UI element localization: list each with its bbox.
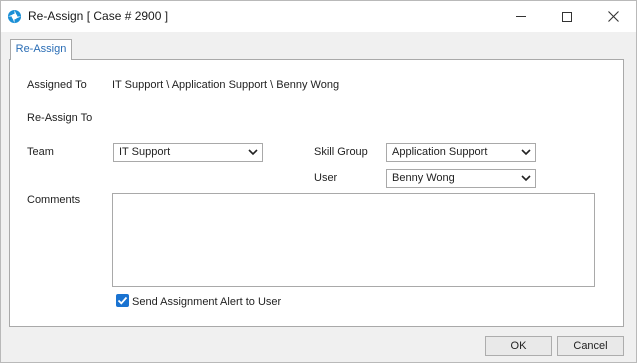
cancel-button[interactable]: Cancel [557,336,624,356]
user-select[interactable]: Benny Wong [386,169,536,188]
skill-group-label: Skill Group [314,146,368,158]
tab-reassign[interactable]: Re-Assign [10,39,72,60]
reassign-to-label: Re-Assign To [27,112,93,124]
chevron-down-icon [248,149,258,156]
team-select[interactable]: IT Support [113,143,263,162]
assigned-to-label: Assigned To [27,79,87,91]
title-bar: Re-Assign [ Case # 2900 ] [1,1,636,32]
assigned-to-value: IT Support \ Application Support \ Benny… [112,79,340,91]
close-button[interactable] [590,1,636,32]
chevron-down-icon [521,149,531,156]
send-alert-label[interactable]: Send Assignment Alert to User [132,296,281,308]
window-title: Re-Assign [ Case # 2900 ] [28,9,169,23]
reassign-dialog: Re-Assign [ Case # 2900 ] Re-Assign Assi… [0,0,637,363]
chevron-down-icon [521,175,531,182]
comments-textarea[interactable] [112,193,595,287]
user-label: User [314,172,338,184]
maximize-button[interactable] [544,1,590,32]
team-select-value: IT Support [119,146,171,158]
skill-group-select[interactable]: Application Support [386,143,536,162]
ok-button[interactable]: OK [485,336,552,356]
skill-group-select-value: Application Support [392,146,488,158]
close-icon [607,11,619,22]
app-logo-icon [7,9,22,24]
minimize-button[interactable] [498,1,544,32]
comments-label: Comments [27,194,81,206]
maximize-icon [562,11,572,22]
user-select-value: Benny Wong [392,172,455,184]
checkmark-icon [117,296,128,305]
minimize-icon [516,16,526,17]
reassign-panel: Assigned To IT Support \ Application Sup… [9,59,624,327]
send-alert-checkbox[interactable] [116,294,129,307]
team-label: Team [27,146,54,158]
